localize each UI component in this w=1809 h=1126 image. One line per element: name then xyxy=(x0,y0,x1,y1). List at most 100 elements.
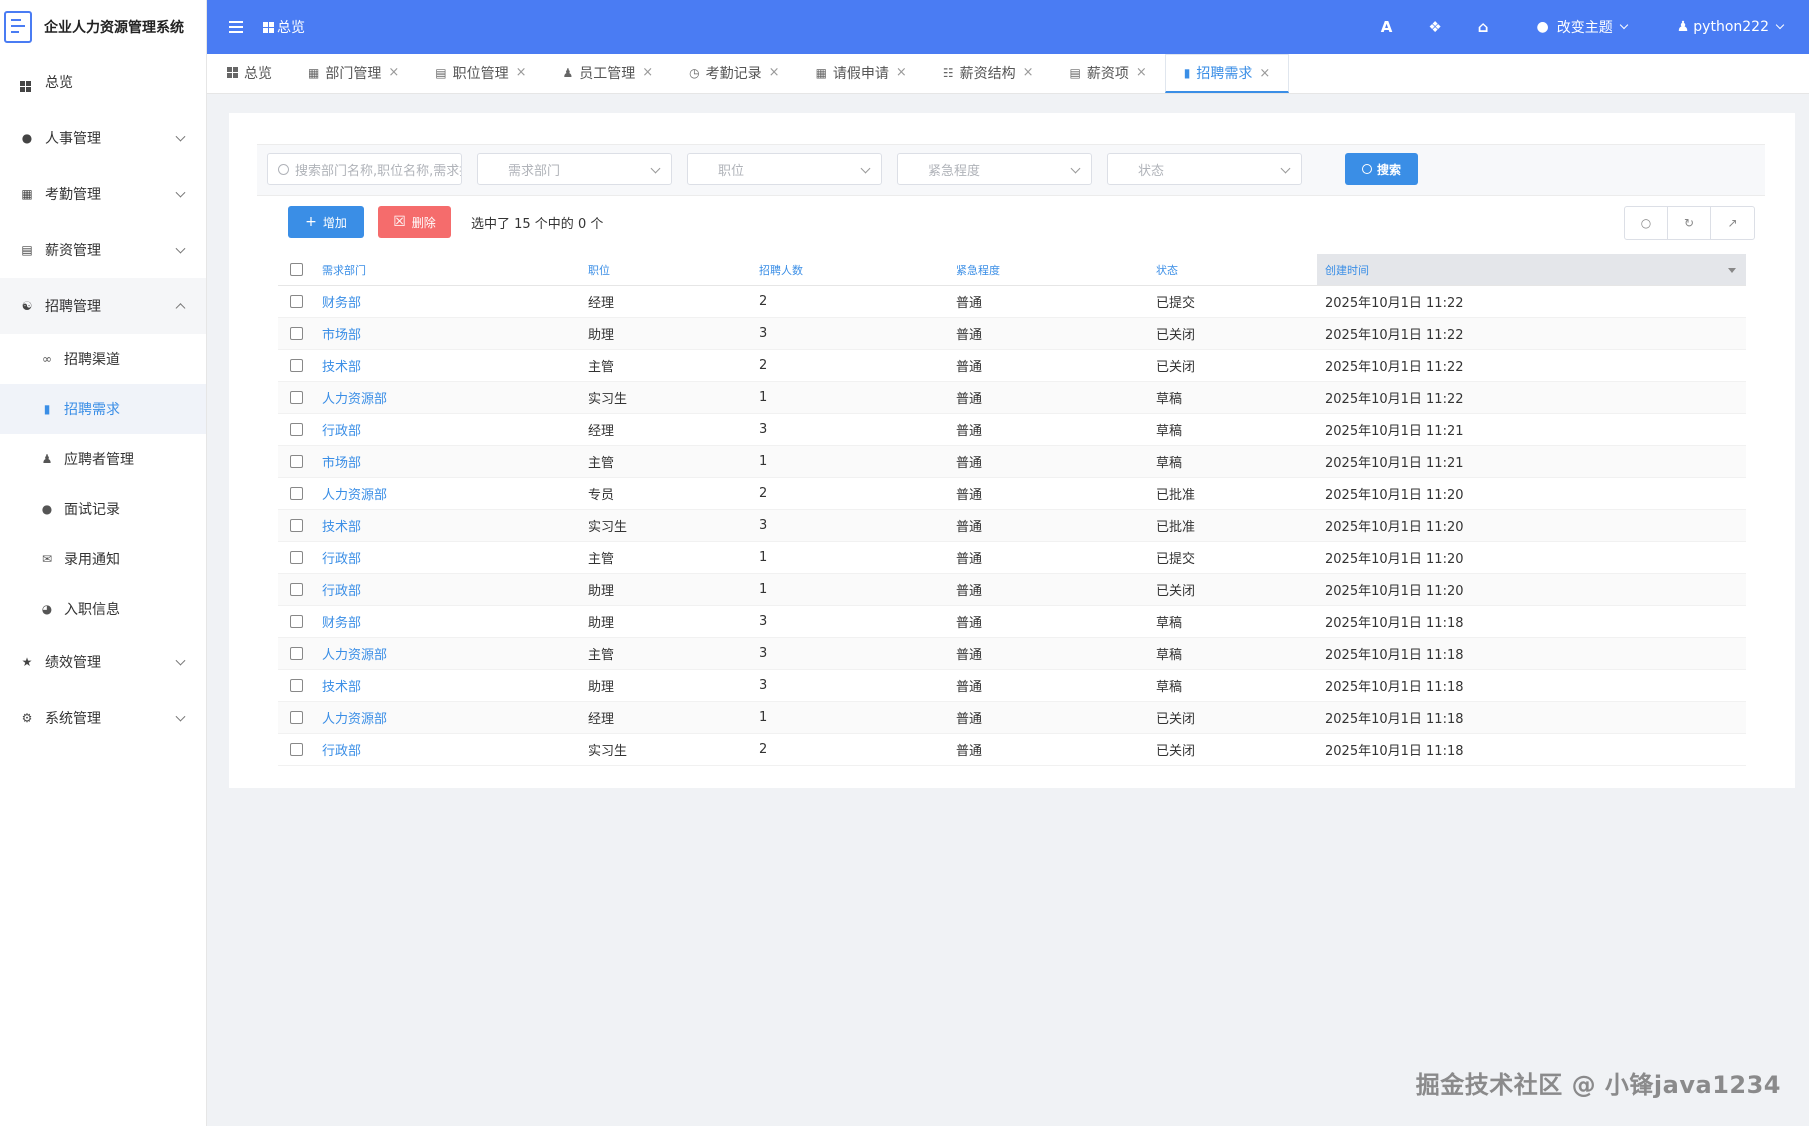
position-select[interactable]: 职位 xyxy=(687,153,882,185)
sidebar-item-onboarding[interactable]: ◕ 入职信息 xyxy=(0,584,206,634)
row-checkbox[interactable] xyxy=(289,455,303,468)
dept-select[interactable]: 需求部门 xyxy=(477,153,672,185)
cell-dept[interactable]: 市场部 xyxy=(322,456,361,471)
table-row[interactable]: 财务部 经理 2 普通 已提交 2025年10月1日 11:22 xyxy=(278,286,1746,318)
sidebar-item-system[interactable]: ⚙ 系统管理 xyxy=(0,690,206,746)
column-header-created[interactable]: 创建时间 xyxy=(1317,254,1746,285)
column-header-dept[interactable]: 需求部门 xyxy=(314,262,580,278)
row-checkbox[interactable] xyxy=(289,551,303,564)
cell-dept[interactable]: 人力资源部 xyxy=(322,392,387,407)
sidebar-item-salary[interactable]: ▤ 薪资管理 xyxy=(0,222,206,278)
row-checkbox[interactable] xyxy=(289,647,303,660)
row-checkbox[interactable] xyxy=(289,711,303,724)
tab-departments[interactable]: ▦ 部门管理 × xyxy=(290,54,417,93)
fullscreen-button[interactable]: ❖ xyxy=(1428,18,1441,36)
row-checkbox[interactable] xyxy=(289,391,303,404)
close-icon[interactable]: × xyxy=(1136,65,1147,80)
menu-toggle-icon[interactable] xyxy=(229,21,243,33)
sidebar-item-recruitment[interactable]: ☯ 招聘管理 xyxy=(0,278,206,334)
row-checkbox[interactable] xyxy=(289,359,303,372)
tab-recruit-needs[interactable]: ▮ 招聘需求 × xyxy=(1164,54,1290,93)
tab-leave[interactable]: ▦ 请假申请 × xyxy=(798,54,925,93)
close-icon[interactable]: × xyxy=(1259,66,1270,81)
table-row[interactable]: 人力资源部 实习生 1 普通 草稿 2025年10月1日 11:22 xyxy=(278,382,1746,414)
breadcrumb[interactable]: 总览 xyxy=(263,17,305,37)
cell-dept[interactable]: 人力资源部 xyxy=(322,648,387,663)
cell-dept[interactable]: 行政部 xyxy=(322,424,361,439)
column-header-count[interactable]: 招聘人数 xyxy=(751,262,948,278)
tab-overview[interactable]: 总览 xyxy=(207,54,290,93)
select-all-checkbox[interactable] xyxy=(289,263,303,276)
table-row[interactable]: 人力资源部 主管 3 普通 草稿 2025年10月1日 11:18 xyxy=(278,638,1746,670)
column-header-status[interactable]: 状态 xyxy=(1148,262,1317,278)
cell-dept[interactable]: 技术部 xyxy=(322,520,361,535)
refresh-button[interactable]: ↻ xyxy=(1668,207,1711,239)
cell-dept[interactable]: 财务部 xyxy=(322,296,361,311)
table-row[interactable]: 人力资源部 专员 2 普通 已批准 2025年10月1日 11:20 xyxy=(278,478,1746,510)
table-row[interactable]: 市场部 助理 3 普通 已关闭 2025年10月1日 11:22 xyxy=(278,318,1746,350)
status-select[interactable]: 状态 xyxy=(1107,153,1302,185)
user-menu[interactable]: ♟ python222 xyxy=(1677,19,1785,35)
delete-button[interactable]: ☒ 删除 xyxy=(378,206,451,238)
cell-dept[interactable]: 行政部 xyxy=(322,744,361,759)
row-checkbox[interactable] xyxy=(289,615,303,628)
sidebar-item-interviews[interactable]: ● 面试记录 xyxy=(0,484,206,534)
table-row[interactable]: 行政部 实习生 2 普通 已关闭 2025年10月1日 11:18 xyxy=(278,734,1746,766)
cell-dept[interactable]: 市场部 xyxy=(322,328,361,343)
cell-dept[interactable]: 财务部 xyxy=(322,616,361,631)
sidebar-item-recruit-channels[interactable]: ∞ 招聘渠道 xyxy=(0,334,206,384)
close-icon[interactable]: × xyxy=(896,65,907,80)
row-checkbox[interactable] xyxy=(289,423,303,436)
cell-dept[interactable]: 行政部 xyxy=(322,584,361,599)
table-row[interactable]: 技术部 实习生 3 普通 已批准 2025年10月1日 11:20 xyxy=(278,510,1746,542)
theme-button[interactable]: ● 改变主题 xyxy=(1537,17,1628,37)
row-checkbox[interactable] xyxy=(289,295,303,308)
font-size-button[interactable]: A xyxy=(1381,18,1393,36)
row-checkbox[interactable] xyxy=(289,487,303,500)
cell-dept[interactable]: 技术部 xyxy=(322,680,361,695)
tab-salary-items[interactable]: ▤ 薪资项 × xyxy=(1051,54,1164,93)
close-icon[interactable]: × xyxy=(769,65,780,80)
table-row[interactable]: 财务部 助理 3 普通 草稿 2025年10月1日 11:18 xyxy=(278,606,1746,638)
tab-employees[interactable]: ♟ 员工管理 × xyxy=(545,54,672,93)
row-checkbox[interactable] xyxy=(289,327,303,340)
tab-salary-structure[interactable]: ☷ 薪资结构 × xyxy=(925,54,1052,93)
row-checkbox[interactable] xyxy=(289,679,303,692)
row-checkbox[interactable] xyxy=(289,583,303,596)
column-header-urgency[interactable]: 紧急程度 xyxy=(948,262,1148,278)
sidebar-item-overview[interactable]: 总览 xyxy=(0,54,206,110)
table-row[interactable]: 市场部 主管 1 普通 草稿 2025年10月1日 11:21 xyxy=(278,446,1746,478)
search-toggle-button[interactable]: ○ xyxy=(1625,207,1668,239)
add-button[interactable]: + 增加 xyxy=(288,206,364,238)
table-row[interactable]: 人力资源部 经理 1 普通 已关闭 2025年10月1日 11:18 xyxy=(278,702,1746,734)
sidebar-item-applicants[interactable]: ♟ 应聘者管理 xyxy=(0,434,206,484)
cell-dept[interactable]: 行政部 xyxy=(322,552,361,567)
cell-dept[interactable]: 人力资源部 xyxy=(322,488,387,503)
close-icon[interactable]: × xyxy=(1023,65,1034,80)
sidebar-item-attendance[interactable]: ▦ 考勤管理 xyxy=(0,166,206,222)
cell-dept[interactable]: 技术部 xyxy=(322,360,361,375)
tab-attendance[interactable]: ◷ 考勤记录 × xyxy=(671,54,797,93)
search-input[interactable]: 搜索部门名称,职位名称,需求描述 xyxy=(267,153,462,185)
table-row[interactable]: 行政部 主管 1 普通 已提交 2025年10月1日 11:20 xyxy=(278,542,1746,574)
sidebar-item-performance[interactable]: ★ 绩效管理 xyxy=(0,634,206,690)
close-icon[interactable]: × xyxy=(642,65,653,80)
table-row[interactable]: 技术部 主管 2 普通 已关闭 2025年10月1日 11:22 xyxy=(278,350,1746,382)
row-checkbox[interactable] xyxy=(289,743,303,756)
table-row[interactable]: 行政部 助理 1 普通 已关闭 2025年10月1日 11:20 xyxy=(278,574,1746,606)
urgency-select[interactable]: 紧急程度 xyxy=(897,153,1092,185)
table-row[interactable]: 行政部 经理 3 普通 草稿 2025年10月1日 11:21 xyxy=(278,414,1746,446)
home-button[interactable]: ⌂ xyxy=(1478,18,1489,36)
close-icon[interactable]: × xyxy=(516,65,527,80)
table-row[interactable]: 技术部 助理 3 普通 草稿 2025年10月1日 11:18 xyxy=(278,670,1746,702)
column-header-position[interactable]: 职位 xyxy=(580,262,751,278)
sidebar-item-recruit-needs[interactable]: ▮ 招聘需求 xyxy=(0,384,206,434)
sidebar-item-personnel[interactable]: ● 人事管理 xyxy=(0,110,206,166)
tab-positions[interactable]: ▤ 职位管理 × xyxy=(417,54,544,93)
export-button[interactable]: ↗ xyxy=(1711,207,1754,239)
search-button[interactable]: 搜索 xyxy=(1345,153,1418,185)
cell-dept[interactable]: 人力资源部 xyxy=(322,712,387,727)
close-icon[interactable]: × xyxy=(388,65,399,80)
sidebar-item-offers[interactable]: ✉ 录用通知 xyxy=(0,534,206,584)
row-checkbox[interactable] xyxy=(289,519,303,532)
